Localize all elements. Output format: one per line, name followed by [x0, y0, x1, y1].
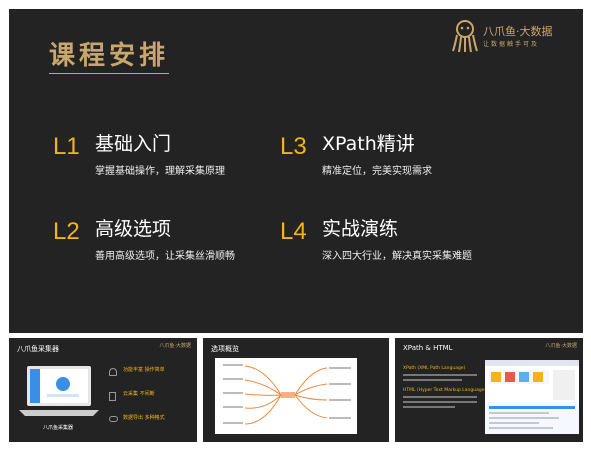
paragraph-heading: XPath (XML Path Language) — [403, 366, 466, 371]
bell-icon — [109, 368, 117, 376]
lesson-title: 高级选项 — [95, 218, 172, 240]
lesson-title: 基础入门 — [95, 133, 172, 155]
lesson-description: 掌握基础操作，理解采集原理 — [95, 166, 225, 177]
thumbnail-title: XPath & HTML — [403, 344, 453, 352]
laptop-illustration — [19, 366, 99, 416]
paragraph-heading: HTML (Hyper Text Markup Language) — [403, 388, 487, 393]
thumbnail-options-overview[interactable]: 选项概览 — [203, 338, 389, 442]
paragraph-text-lines — [403, 374, 477, 381]
main-slide: 课程安排 八爪鱼·大数据 让数据触手可及 L1 基础入门 掌握基础操作，理解采集… — [9, 9, 583, 333]
thumbnail-title: 八爪鱼采集器 — [17, 345, 59, 353]
thumbnail-logo: 八爪鱼·大数据 — [159, 343, 191, 349]
cloud-icon — [109, 416, 118, 422]
lesson-number: L1 — [53, 133, 80, 160]
document-icon — [109, 392, 116, 401]
lesson-description: 善用高级选项，让采集丝滑顺畅 — [95, 251, 235, 262]
paragraph-text-lines — [403, 396, 477, 408]
lesson-description: 精准定位，完美实现需求 — [322, 166, 432, 177]
slide-title: 课程安排 — [49, 41, 170, 71]
browser-devtools-screenshot — [485, 360, 579, 434]
logo: 八爪鱼·大数据 让数据触手可及 — [451, 19, 571, 55]
lesson-number: L2 — [53, 218, 80, 245]
lesson-title: XPath精讲 — [322, 133, 415, 155]
lesson-title: 实战演练 — [322, 218, 399, 240]
lesson-number: L4 — [280, 218, 307, 245]
thumbnail-title: 选项概览 — [211, 345, 239, 353]
title-underline — [49, 73, 169, 74]
lesson-description: 深入四大行业，解决真实采集难题 — [322, 251, 472, 262]
app-label: 八爪鱼采集器 — [43, 425, 74, 431]
logo-text: 八爪鱼·大数据 — [483, 25, 553, 38]
mindmap-image — [215, 358, 357, 434]
octopus-logo-icon — [452, 20, 478, 53]
logo-subtext: 让数据触手可及 — [483, 41, 540, 48]
thumbnail-logo: 八爪鱼·大数据 — [545, 343, 577, 349]
feature-bullet: 数据导出 多种格式 — [123, 415, 165, 421]
thumbnail-xpath-html[interactable]: XPath & HTML 八爪鱼·大数据 XPath (XML Path Lan… — [395, 338, 583, 442]
feature-bullet: 云采集 不间断 — [123, 391, 155, 397]
feature-bullet: 功能丰富 操作简单 — [123, 367, 165, 373]
lesson-number: L3 — [280, 133, 307, 160]
thumbnail-software[interactable]: 八爪鱼采集器 八爪鱼·大数据 八爪鱼采集器 功能丰富 操作简单 云采集 不间断 … — [9, 338, 197, 442]
